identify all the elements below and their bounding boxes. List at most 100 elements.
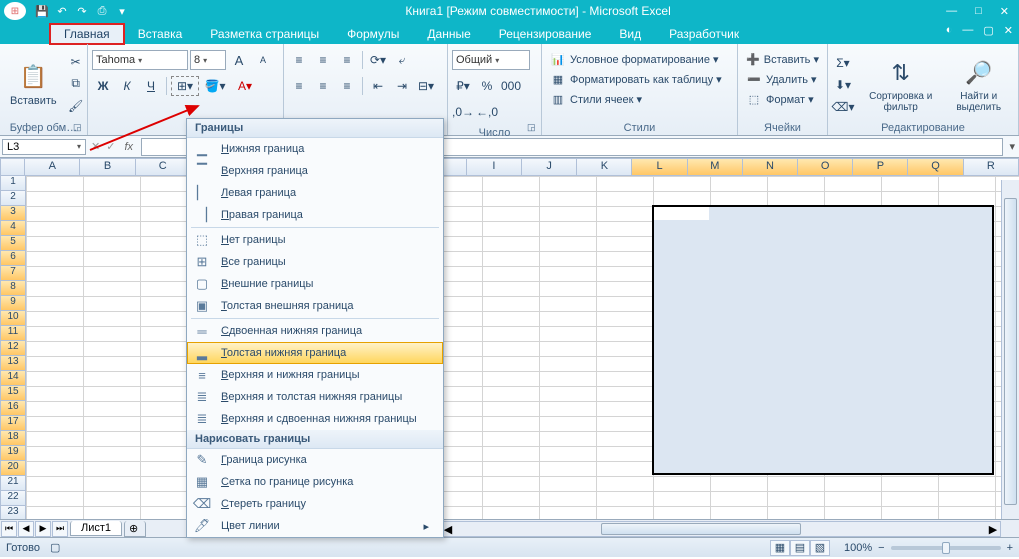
column-header[interactable]: O — [798, 158, 853, 176]
tab-insert[interactable]: Вставка — [124, 24, 197, 44]
enter-formula-icon[interactable]: ✓ — [106, 140, 115, 153]
tab-page-layout[interactable]: Разметка страницы — [196, 24, 333, 44]
zoom-out-button[interactable]: − — [878, 542, 884, 554]
column-header[interactable]: M — [688, 158, 743, 176]
cancel-formula-icon[interactable]: ✕ — [91, 140, 100, 153]
increase-indent-icon[interactable]: ⇥ — [391, 76, 413, 96]
horizontal-scrollbar[interactable]: ◀▶ — [440, 521, 1001, 537]
tab-formulas[interactable]: Формулы — [333, 24, 413, 44]
copy-icon[interactable]: ⧉ — [65, 74, 87, 94]
worksheet-grid[interactable]: ABCDEFGHIJKLMNOPQR 123456789101112131415… — [0, 158, 1019, 519]
row-header[interactable]: 19 — [0, 446, 26, 461]
qat-icon[interactable]: ⎙ — [94, 3, 110, 19]
column-header[interactable]: B — [80, 158, 135, 176]
minimize-button[interactable]: — — [946, 5, 957, 18]
format-cells-button[interactable]: ⬚Формат ▾ — [742, 90, 823, 108]
clipboard-launcher-icon[interactable]: ◲ — [73, 122, 85, 134]
prev-sheet-button[interactable]: ◀ — [18, 521, 34, 537]
border-option[interactable]: ▂Толстая нижняя граница — [187, 342, 443, 364]
new-sheet-button[interactable]: ⊕ — [124, 521, 146, 537]
column-header[interactable]: C — [136, 158, 191, 176]
increase-decimal-icon[interactable]: ,0→ — [452, 102, 474, 122]
next-sheet-button[interactable]: ▶ — [35, 521, 51, 537]
border-option[interactable]: ▁Нижняя граница — [187, 138, 443, 160]
office-button[interactable]: ⊞ — [4, 2, 26, 20]
select-all-button[interactable] — [0, 158, 25, 176]
close-button[interactable]: ✕ — [1000, 5, 1009, 18]
row-header[interactable]: 4 — [0, 221, 26, 236]
page-layout-view-button[interactable]: ▤ — [790, 540, 810, 556]
align-left-icon[interactable]: ≡ — [288, 76, 310, 96]
border-option[interactable]: ⬚Нет границы — [187, 229, 443, 251]
sort-filter-button[interactable]: ⇅ Сортировка и фильтр — [860, 48, 941, 121]
border-option[interactable]: ▣Толстая внешняя граница — [187, 295, 443, 317]
font-size-combo[interactable]: 8▾ — [190, 50, 226, 70]
borders-button[interactable]: ⊞▾ — [171, 76, 199, 96]
vertical-scrollbar[interactable] — [1001, 180, 1019, 523]
border-option[interactable]: ▔Верхняя граница — [187, 160, 443, 182]
column-header[interactable]: P — [853, 158, 908, 176]
percent-icon[interactable]: % — [476, 76, 498, 96]
column-header[interactable]: R — [964, 158, 1019, 176]
row-header[interactable]: 22 — [0, 491, 26, 506]
format-as-table-button[interactable]: ▦Форматировать как таблицу ▾ — [546, 70, 733, 88]
row-header[interactable]: 8 — [0, 281, 26, 296]
border-option[interactable]: ≣Верхняя и сдвоенная нижняя границы — [187, 408, 443, 430]
doc-restore-icon[interactable]: ▢ — [983, 24, 993, 37]
underline-button[interactable]: Ч — [140, 76, 162, 96]
number-launcher-icon[interactable]: ◲ — [527, 122, 539, 134]
row-header[interactable]: 3 — [0, 206, 26, 221]
decrease-decimal-icon[interactable]: ←,0 — [476, 102, 498, 122]
comma-icon[interactable]: 000 — [500, 76, 522, 96]
tab-view[interactable]: Вид — [605, 24, 655, 44]
tab-developer[interactable]: Разработчик — [655, 24, 753, 44]
row-header[interactable]: 12 — [0, 341, 26, 356]
align-center-icon[interactable]: ≡ — [312, 76, 334, 96]
paste-button[interactable]: 📋 Вставить — [4, 46, 63, 121]
insert-cells-button[interactable]: ➕Вставить ▾ — [742, 50, 823, 68]
line-color-submenu[interactable]: 🖊Цвет линии ▸ — [187, 515, 443, 537]
border-option[interactable]: ▏Левая граница — [187, 182, 443, 204]
doc-close-icon[interactable]: ✕ — [1004, 24, 1013, 37]
align-middle-icon[interactable]: ≡ — [312, 50, 334, 70]
grow-font-icon[interactable]: A — [228, 50, 250, 70]
wrap-text-icon[interactable]: ⤶ — [391, 50, 413, 70]
column-header[interactable]: A — [25, 158, 80, 176]
border-option[interactable]: ⊞Все границы — [187, 251, 443, 273]
row-header[interactable]: 17 — [0, 416, 26, 431]
row-header[interactable]: 1 — [0, 176, 26, 191]
border-option[interactable]: ≣Верхняя и толстая нижняя границы — [187, 386, 443, 408]
border-option[interactable]: ═Сдвоенная нижняя граница — [187, 320, 443, 342]
orientation-icon[interactable]: ⟳▾ — [367, 50, 389, 70]
zoom-in-button[interactable]: + — [1007, 542, 1013, 554]
redo-icon[interactable]: ↷ — [74, 3, 90, 19]
row-header[interactable]: 18 — [0, 431, 26, 446]
cut-icon[interactable]: ✂ — [65, 52, 87, 72]
align-bottom-icon[interactable]: ≡ — [336, 50, 358, 70]
page-break-view-button[interactable]: ▧ — [810, 540, 830, 556]
delete-cells-button[interactable]: ➖Удалить ▾ — [742, 70, 823, 88]
sheet-tab[interactable]: Лист1 — [70, 521, 122, 536]
row-header[interactable]: 20 — [0, 461, 26, 476]
autosum-icon[interactable]: Σ▾ — [832, 53, 854, 73]
zoom-level[interactable]: 100% — [844, 542, 872, 554]
draw-border-option[interactable]: ⌫Стереть границу — [187, 493, 443, 515]
merge-cells-icon[interactable]: ⊟▾ — [415, 76, 437, 96]
align-right-icon[interactable]: ≡ — [336, 76, 358, 96]
row-header[interactable]: 9 — [0, 296, 26, 311]
row-header[interactable]: 6 — [0, 251, 26, 266]
column-header[interactable]: N — [743, 158, 798, 176]
border-option[interactable]: ▢Внешние границы — [187, 273, 443, 295]
macro-record-icon[interactable]: ▢ — [50, 541, 60, 554]
normal-view-button[interactable]: ▦ — [770, 540, 790, 556]
draw-border-option[interactable]: ✎Граница рисунка — [187, 449, 443, 471]
tab-data[interactable]: Данные — [413, 24, 484, 44]
font-name-combo[interactable]: Tahoma▾ — [92, 50, 188, 70]
cell-styles-button[interactable]: ▥Стили ячеек ▾ — [546, 90, 733, 108]
save-icon[interactable]: 💾 — [34, 3, 50, 19]
row-header[interactable]: 10 — [0, 311, 26, 326]
row-header[interactable]: 21 — [0, 476, 26, 491]
row-header[interactable]: 16 — [0, 401, 26, 416]
shrink-font-icon[interactable]: A — [252, 50, 274, 70]
decrease-indent-icon[interactable]: ⇤ — [367, 76, 389, 96]
